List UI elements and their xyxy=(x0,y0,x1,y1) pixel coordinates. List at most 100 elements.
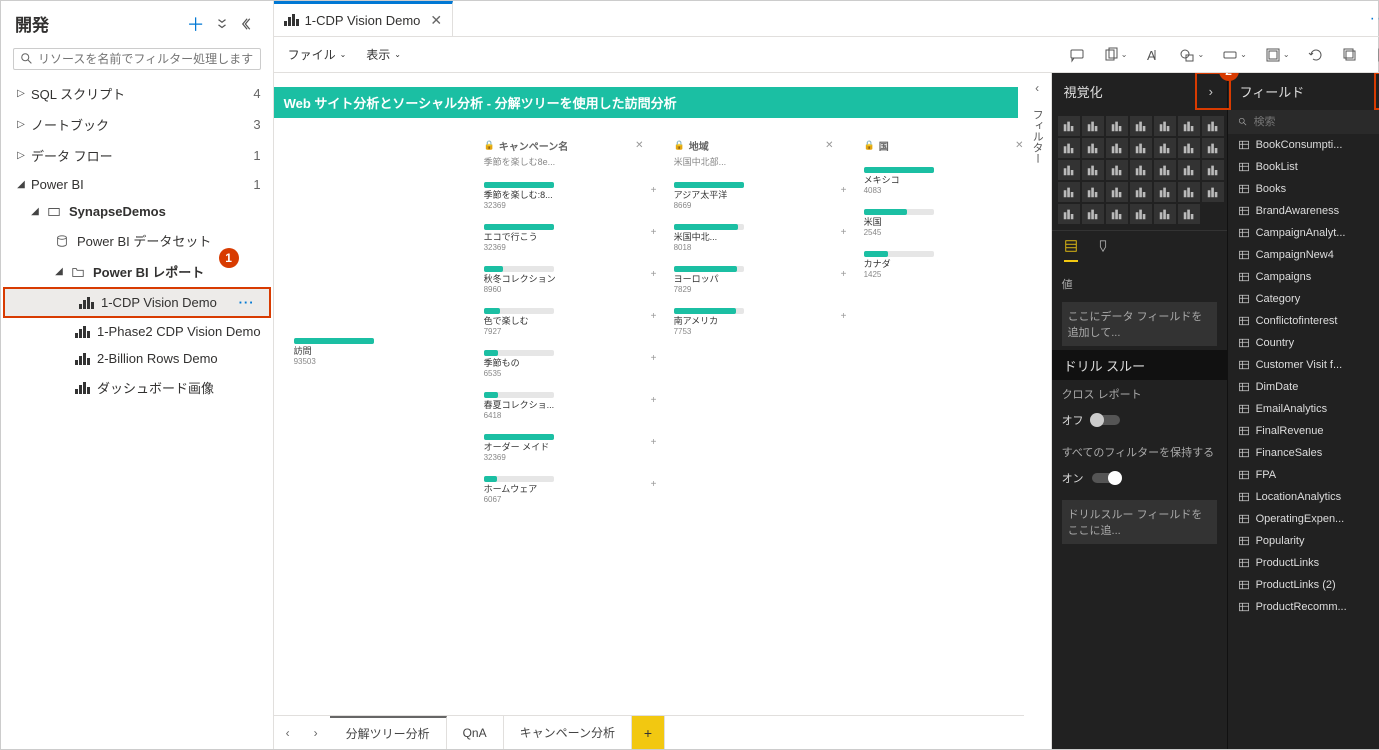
viz-values-dropzone[interactable]: ここにデータ フィールドを追加して... xyxy=(1062,302,1217,346)
resource-search-input[interactable] xyxy=(38,52,254,66)
decomp-node[interactable]: 季節もの6535+ xyxy=(484,350,644,378)
keep-filters-toggle[interactable] xyxy=(1092,473,1120,483)
viz-fields-tab[interactable] xyxy=(1064,239,1078,262)
viz-type-icon[interactable] xyxy=(1130,160,1152,180)
expand-node-icon[interactable]: + xyxy=(648,226,660,238)
item-more-button[interactable]: ··· xyxy=(239,295,255,310)
decomposition-tree[interactable]: 訪問 93503 🔒キャンペーン名✕季節を楽しむ8e...季節を楽しむ:8...… xyxy=(274,118,1024,534)
viz-type-icon[interactable] xyxy=(1106,160,1128,180)
viz-type-icon[interactable] xyxy=(1154,116,1176,136)
viz-type-icon[interactable] xyxy=(1130,182,1152,202)
decomp-node[interactable]: 米国中北...8018+ xyxy=(674,224,834,252)
expand-node-icon[interactable]: + xyxy=(648,478,660,490)
field-table[interactable]: FinanceSales xyxy=(1228,442,1379,464)
viz-gallery[interactable] xyxy=(1052,110,1227,230)
field-table[interactable]: Campaigns xyxy=(1228,266,1379,288)
viz-type-icon[interactable] xyxy=(1178,138,1200,158)
decomp-root[interactable]: 訪問 93503 xyxy=(294,338,454,366)
decomp-level-header[interactable]: 🔒国✕ xyxy=(864,138,1024,153)
decomp-node[interactable]: アジア太平洋8669+ xyxy=(674,182,834,210)
viz-type-icon[interactable] xyxy=(1130,138,1152,158)
viz-type-icon[interactable] xyxy=(1058,160,1080,180)
decomp-node[interactable]: ヨーロッパ7829+ xyxy=(674,266,834,294)
decomp-node[interactable]: エコで行こう32369+ xyxy=(484,224,644,252)
toolbar-duplicate-icon[interactable] xyxy=(1342,47,1358,63)
toolbar-text-icon[interactable]: A xyxy=(1145,47,1161,63)
tree-report-2[interactable]: 1-Phase2 CDP Vision Demo xyxy=(1,318,273,345)
resource-search[interactable] xyxy=(13,48,261,70)
toolbar-shapes-icon[interactable]: ⌄ xyxy=(1179,47,1204,63)
tree-report-1[interactable]: 1-CDP Vision Demo··· xyxy=(5,289,269,316)
tree-report-3[interactable]: 2-Billion Rows Demo xyxy=(1,345,273,372)
viz-type-icon[interactable] xyxy=(1106,182,1128,202)
fields-search-input[interactable] xyxy=(1254,116,1379,128)
field-table[interactable]: DimDate xyxy=(1228,376,1379,398)
drillthrough-dropzone[interactable]: ドリルスルー フィールドをここに追... xyxy=(1062,500,1217,544)
sheet-tab-3[interactable]: キャンペーン分析 xyxy=(504,716,632,749)
expand-filter-icon[interactable]: ‹ xyxy=(1035,81,1039,95)
sheet-next-button[interactable]: › xyxy=(302,716,330,749)
expand-node-icon[interactable]: + xyxy=(648,352,660,364)
viz-type-icon[interactable] xyxy=(1178,182,1200,202)
expand-node-icon[interactable]: + xyxy=(838,268,850,280)
viz-type-icon[interactable] xyxy=(1154,138,1176,158)
toolbar-chat-icon[interactable] xyxy=(1069,47,1085,63)
field-table[interactable]: FPA xyxy=(1228,464,1379,486)
viz-format-tab[interactable] xyxy=(1096,239,1110,262)
viz-type-icon[interactable] xyxy=(1178,204,1200,224)
viz-type-icon[interactable] xyxy=(1154,204,1176,224)
expand-node-icon[interactable]: + xyxy=(838,184,850,196)
sheet-add-button[interactable]: + xyxy=(632,716,665,749)
viz-type-icon[interactable] xyxy=(1058,116,1080,136)
sheet-prev-button[interactable]: ‹ xyxy=(274,716,302,749)
viz-type-icon[interactable] xyxy=(1154,182,1176,202)
toolbar-refresh-icon[interactable] xyxy=(1308,47,1324,63)
viz-type-icon[interactable] xyxy=(1130,116,1152,136)
viz-type-icon[interactable] xyxy=(1202,116,1224,136)
sheet-tab-1[interactable]: 分解ツリー分析 xyxy=(330,716,447,749)
tree-powerbi[interactable]: ◢Power BI1 xyxy=(1,171,273,198)
viz-type-icon[interactable] xyxy=(1106,138,1128,158)
field-table[interactable]: Customer Visit f... xyxy=(1228,354,1379,376)
field-table[interactable]: Country xyxy=(1228,332,1379,354)
toolbar-button-icon[interactable]: ⌄ xyxy=(1222,47,1247,63)
decomp-node[interactable]: 季節を楽しむ:8...32369+ xyxy=(484,182,644,210)
tree-report-4[interactable]: ダッシュボード画像 xyxy=(1,372,273,403)
field-table[interactable]: BrandAwareness xyxy=(1228,200,1379,222)
field-table[interactable]: OperatingExpen... xyxy=(1228,508,1379,530)
expand-node-icon[interactable]: + xyxy=(648,184,660,196)
sheet-tab-2[interactable]: QnA xyxy=(447,716,504,749)
menu-view[interactable]: 表示⌄ xyxy=(366,46,401,63)
tab-more-button[interactable]: ··· xyxy=(1356,10,1379,28)
report-canvas[interactable]: Web サイト分析とソーシャル分析 - 分解ツリーを使用した訪問分析 訪問 93… xyxy=(274,73,1024,715)
toolbar-save-icon[interactable] xyxy=(1376,47,1379,63)
field-table[interactable]: EmailAnalytics xyxy=(1228,398,1379,420)
viz-type-icon[interactable] xyxy=(1082,204,1104,224)
field-table[interactable]: Books xyxy=(1228,178,1379,200)
field-table[interactable]: CampaignAnalyt... xyxy=(1228,222,1379,244)
add-resource-button[interactable]: ＋ xyxy=(185,13,207,35)
field-table[interactable]: LocationAnalytics xyxy=(1228,486,1379,508)
tree-sql-scripts[interactable]: ▷SQL スクリプト4 xyxy=(1,78,273,109)
viz-type-icon[interactable] xyxy=(1178,160,1200,180)
viz-type-icon[interactable] xyxy=(1202,138,1224,158)
decomp-node[interactable]: 色で楽しむ7927+ xyxy=(484,308,644,336)
decomp-node[interactable]: 米国2545+ xyxy=(864,209,1024,237)
field-table[interactable]: ProductRecomm... xyxy=(1228,596,1379,618)
decomp-level-header[interactable]: 🔒地域✕ xyxy=(674,138,834,153)
field-table[interactable]: FinalRevenue xyxy=(1228,420,1379,442)
tree-workspace[interactable]: ◢SynapseDemos xyxy=(1,198,273,225)
field-table[interactable]: Category xyxy=(1228,288,1379,310)
field-table[interactable]: CampaignNew4 xyxy=(1228,244,1379,266)
decomp-node[interactable]: カナダ1425+ xyxy=(864,251,1024,279)
collapse-viz-button[interactable]: › xyxy=(1209,84,1213,99)
document-tab[interactable]: 1-CDP Vision Demo ✕ xyxy=(274,1,454,36)
viz-type-icon[interactable] xyxy=(1058,182,1080,202)
field-table[interactable]: BookList xyxy=(1228,156,1379,178)
viz-type-icon[interactable] xyxy=(1082,138,1104,158)
field-table[interactable]: BookConsumpti... xyxy=(1228,134,1379,156)
viz-type-icon[interactable] xyxy=(1202,182,1224,202)
expand-node-icon[interactable]: + xyxy=(838,310,850,322)
expand-all-button[interactable] xyxy=(211,13,233,35)
expand-node-icon[interactable]: + xyxy=(648,394,660,406)
